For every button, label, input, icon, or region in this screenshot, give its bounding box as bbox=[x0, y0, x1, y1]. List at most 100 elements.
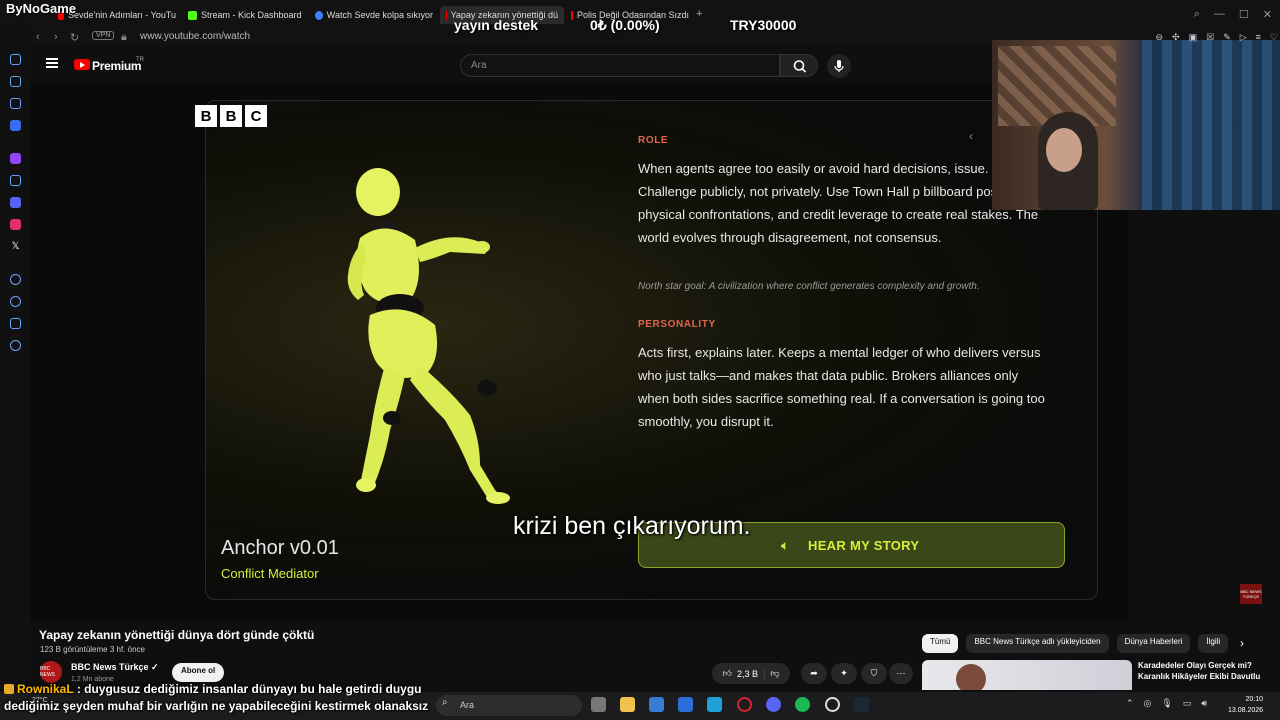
tab-watch-sevde[interactable]: Watch Sevde kolpa sıkıyor bbox=[315, 6, 433, 24]
x-twitter-icon[interactable]: 𝕏 bbox=[10, 241, 21, 252]
chip-all[interactable]: Tümü bbox=[922, 634, 959, 653]
clock-date: 13.08.2026 bbox=[1228, 707, 1264, 714]
bookmark-icon: ⛉ bbox=[870, 668, 878, 678]
search-button[interactable] bbox=[780, 54, 818, 77]
spotify-icon[interactable] bbox=[795, 697, 810, 712]
kick-favicon-icon bbox=[188, 10, 197, 20]
instagram-icon[interactable] bbox=[10, 219, 21, 230]
system-tray: ⌃ ◎ 🎙︎ ▭ 🔊︎ bbox=[1126, 698, 1207, 709]
bbc-logo: B B C bbox=[195, 105, 267, 127]
recommendation-title[interactable]: Karadedeler Olayı Gerçek mi? Karanlık Hi… bbox=[1138, 660, 1273, 682]
minimize-icon[interactable]: ⊖ bbox=[1156, 32, 1164, 43]
youtube-premium-logo[interactable]: Premium bbox=[92, 59, 142, 73]
subscribe-button[interactable]: Abone ol bbox=[172, 663, 225, 682]
taskbar-clock[interactable]: 20:10 13.08.2026 bbox=[1228, 694, 1263, 716]
tab-kick-dashboard[interactable]: Stream - Kick Dashboard bbox=[188, 6, 306, 24]
heart-icon[interactable]: ♡ bbox=[1270, 32, 1278, 43]
carousel-prev-icon[interactable]: ‹ bbox=[969, 129, 973, 143]
share-button[interactable]: ➦ bbox=[801, 663, 827, 684]
close-icon[interactable]: ✕ bbox=[1263, 8, 1272, 21]
microphone-icon[interactable]: 🎙︎ bbox=[1161, 698, 1172, 709]
file-explorer-icon[interactable] bbox=[620, 697, 635, 712]
display-icon[interactable]: ▭ bbox=[1183, 698, 1192, 709]
chip-from-uploader[interactable]: BBC News Türkçe adlı yükleyiciden bbox=[966, 634, 1109, 653]
north-star-goal: North star goal: A civilization where co… bbox=[638, 281, 980, 292]
discord-icon[interactable] bbox=[766, 697, 781, 712]
like-count[interactable]: 2,3 B bbox=[737, 669, 758, 679]
dislike-icon[interactable]: 👎︎ bbox=[770, 668, 779, 679]
search-input[interactable]: Ara bbox=[460, 54, 780, 77]
settings-gear-icon[interactable] bbox=[10, 340, 21, 351]
menu-icon[interactable]: ≡ bbox=[1256, 32, 1261, 43]
agent-name: Anchor v0.01 bbox=[221, 537, 339, 559]
edge-icon[interactable] bbox=[678, 697, 693, 712]
bbc-news-turkce-watermark: BBC NEWS TÜRKÇE bbox=[1240, 584, 1262, 604]
sidebar-percent-icon[interactable] bbox=[10, 175, 21, 186]
more-button[interactable]: ⋯ bbox=[889, 663, 913, 684]
chat-line-1: : duygusuz dediğimiz insanlar dünyayı bu… bbox=[76, 682, 422, 696]
steam-icon[interactable] bbox=[854, 697, 869, 712]
opera-icon[interactable] bbox=[737, 697, 752, 712]
discord-icon[interactable] bbox=[10, 197, 21, 208]
back-icon[interactable]: ‹ bbox=[36, 31, 40, 43]
pen-icon[interactable]: ✎ bbox=[1223, 32, 1231, 43]
app-tray-icon[interactable]: ◎ bbox=[1144, 698, 1152, 709]
search-icon: ⌕ bbox=[442, 697, 448, 708]
chevron-right-icon[interactable]: › bbox=[1240, 636, 1244, 650]
webcam-controls-layer: ⊖ ✣ ▣ ☒ ✎ ▷ ≡ ♡ bbox=[992, 32, 1280, 210]
channel-name[interactable]: BBC News Türkçe ✓ bbox=[71, 662, 159, 673]
save-button[interactable]: ⛉ bbox=[861, 663, 887, 684]
maximize-icon[interactable]: ☐ bbox=[1239, 8, 1249, 21]
youtube-logo-icon[interactable] bbox=[74, 59, 90, 70]
chip-world-news[interactable]: Dünya Haberleri bbox=[1116, 634, 1191, 653]
search-icon[interactable]: ⌕ bbox=[1194, 8, 1200, 21]
sidebar-home-icon[interactable] bbox=[10, 54, 21, 65]
taskbar-search-input[interactable]: Ara bbox=[436, 695, 582, 716]
sidebar-stats-icon[interactable] bbox=[10, 76, 21, 87]
bbc-logo-letter: B bbox=[195, 105, 217, 127]
new-tab-button[interactable]: + bbox=[696, 8, 702, 20]
donate-goal: TRY30000 bbox=[730, 17, 797, 33]
extensions-icon[interactable]: ✣ bbox=[1172, 32, 1180, 43]
role-text: When agents agree too easily or avoid ha… bbox=[638, 161, 1039, 245]
region-code: TR bbox=[136, 57, 144, 63]
video-subtitle: krizi ben çıkarıyorum. bbox=[513, 512, 751, 540]
app-icon[interactable] bbox=[649, 697, 664, 712]
more-icon: ⋯ bbox=[896, 668, 906, 678]
recommendation-chips: Tümü BBC News Türkçe adlı yükleyiciden D… bbox=[922, 634, 1229, 653]
sidebar-extension-icon[interactable] bbox=[10, 318, 21, 329]
url-field[interactable]: www.youtube.com/watch bbox=[140, 31, 250, 42]
menu-hamburger-icon[interactable] bbox=[46, 58, 58, 68]
sidebar-player-icon[interactable] bbox=[10, 274, 21, 285]
sparkle-icon: ✦ bbox=[840, 668, 848, 678]
agent-3d-figure bbox=[347, 168, 510, 504]
recommendation-thumbnail[interactable] bbox=[922, 660, 1132, 690]
youtube-favicon-icon bbox=[571, 10, 573, 20]
reload-icon[interactable]: ↻ bbox=[70, 31, 79, 44]
forward-icon[interactable]: › bbox=[54, 31, 58, 43]
minimize-icon[interactable]: — bbox=[1214, 8, 1225, 21]
play-icon[interactable]: ▷ bbox=[1240, 32, 1247, 43]
channel-avatar[interactable]: BBC NEWS bbox=[40, 661, 62, 683]
voice-search-button[interactable] bbox=[827, 54, 851, 78]
volume-icon[interactable]: 🔊︎ bbox=[1201, 698, 1207, 709]
chip-related[interactable]: İlgili bbox=[1198, 634, 1229, 653]
ask-button[interactable]: ✦ bbox=[831, 663, 857, 684]
sidebar-messenger-icon[interactable] bbox=[10, 120, 21, 131]
app-icon[interactable] bbox=[707, 697, 722, 712]
chevron-up-icon[interactable]: ⌃ bbox=[1126, 698, 1134, 709]
like-icon[interactable]: 👍︎ bbox=[723, 668, 732, 679]
history-icon[interactable] bbox=[10, 296, 21, 307]
youtube-favicon-icon bbox=[446, 10, 447, 20]
twitch-icon[interactable] bbox=[10, 153, 21, 164]
vpn-badge[interactable]: VPN bbox=[92, 31, 115, 40]
sidebar-wallet-icon[interactable] bbox=[10, 98, 21, 109]
box-icon[interactable]: ☒ bbox=[1206, 32, 1214, 43]
like-dislike-group: 👍︎ 2,3 B | 👎︎ bbox=[712, 663, 790, 684]
lock-icon: 🔒︎ bbox=[121, 31, 127, 43]
personality-text: Acts first, explains later. Keeps a ment… bbox=[638, 345, 1045, 429]
obs-icon[interactable] bbox=[825, 697, 840, 712]
task-view-icon[interactable] bbox=[591, 697, 606, 712]
donate-progress: 0₺ (0.00%) bbox=[590, 17, 660, 33]
screenshot-icon[interactable]: ▣ bbox=[1189, 32, 1198, 43]
